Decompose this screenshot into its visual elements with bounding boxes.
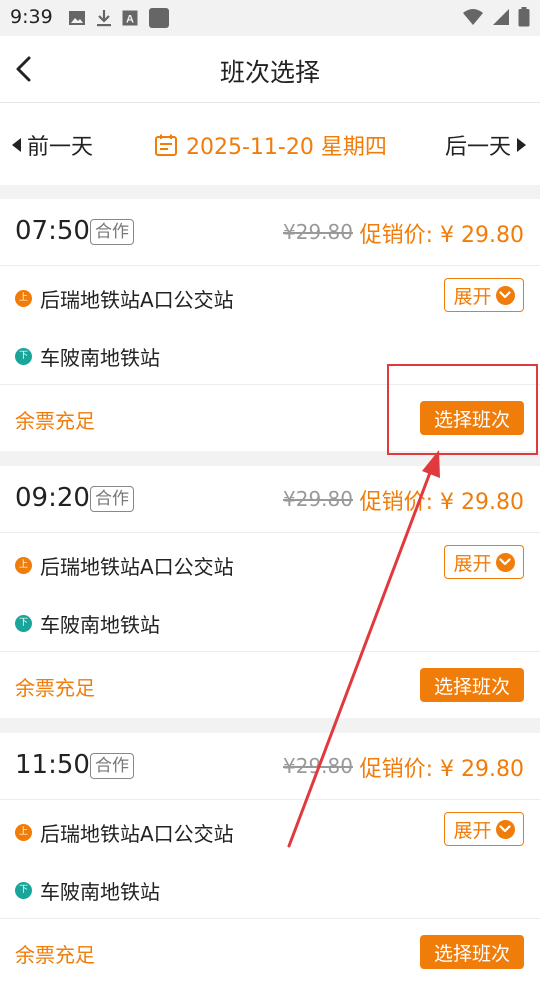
status-icons-left: A bbox=[68, 7, 170, 29]
header: 班次选择 bbox=[0, 36, 540, 103]
original-price: ¥29.80 bbox=[283, 487, 353, 511]
trip-footer-row: 余票充足 选择班次 bbox=[0, 652, 540, 718]
trip-card: 09:20 合作 ¥29.80 促销价: ¥ 29.80 上 后瑞地铁站A口公交… bbox=[0, 466, 540, 718]
stations-row: 上 后瑞地铁站A口公交站 展开 下 车陂南地铁站 bbox=[0, 266, 540, 385]
alighting-badge: 下 bbox=[15, 348, 32, 365]
trip-header-row: 09:20 合作 ¥29.80 促销价: ¥ 29.80 bbox=[0, 466, 540, 533]
promo-price: 促销价: ¥ 29.80 bbox=[359, 223, 524, 248]
trip-footer-row: 余票充足 选择班次 bbox=[0, 385, 540, 451]
partner-tag: 合作 bbox=[90, 219, 134, 245]
calendar-icon bbox=[155, 134, 177, 156]
promo-price: 促销价: ¥ 29.80 bbox=[359, 490, 524, 515]
next-day-button[interactable]: 后一天 bbox=[445, 129, 526, 161]
promo-price: 促销价: ¥ 29.80 bbox=[359, 757, 524, 782]
trip-header-row: 11:50 合作 ¥29.80 促销价: ¥ 29.80 bbox=[0, 733, 540, 800]
alighting-badge: 下 bbox=[15, 882, 32, 899]
alighting-station: 下 车陂南地铁站 bbox=[15, 609, 160, 638]
boarding-station-name: 后瑞地铁站A口公交站 bbox=[40, 822, 234, 846]
boarding-station: 上 后瑞地铁站A口公交站 bbox=[15, 551, 234, 580]
battery-icon bbox=[518, 7, 530, 27]
select-trip-button[interactable]: 选择班次 bbox=[420, 935, 524, 969]
boarding-station: 上 后瑞地铁站A口公交站 bbox=[15, 818, 234, 847]
chevron-down-icon bbox=[495, 285, 515, 305]
departure-time: 07:50 bbox=[15, 216, 90, 246]
alighting-station: 下 车陂南地铁站 bbox=[15, 876, 160, 905]
alighting-badge: 下 bbox=[15, 615, 32, 632]
triangle-left-icon bbox=[12, 138, 21, 152]
original-price: ¥29.80 bbox=[283, 754, 353, 778]
ticket-availability: 余票充足 bbox=[15, 676, 95, 700]
page-title: 班次选择 bbox=[219, 58, 320, 87]
boarding-station: 上 后瑞地铁站A口公交站 bbox=[15, 284, 234, 313]
triangle-right-icon bbox=[517, 138, 526, 152]
date-label: 2025-11-20 星期四 bbox=[186, 135, 387, 160]
expand-button[interactable]: 展开 bbox=[444, 812, 524, 846]
status-bar: 9:39 A bbox=[0, 0, 540, 36]
boarding-badge: 上 bbox=[15, 290, 32, 307]
partner-tag: 合作 bbox=[90, 753, 134, 779]
signal-icon bbox=[493, 9, 509, 25]
alighting-station-name: 车陂南地铁站 bbox=[40, 613, 160, 637]
svg-text:A: A bbox=[126, 14, 134, 26]
square-icon bbox=[149, 8, 169, 28]
partner-tag: 合作 bbox=[90, 486, 134, 512]
prev-day-button[interactable]: 前一天 bbox=[12, 129, 93, 161]
alighting-station: 下 车陂南地铁站 bbox=[15, 342, 160, 371]
status-icons-right bbox=[462, 7, 530, 27]
departure-time: 09:20 bbox=[15, 483, 90, 513]
expand-label: 展开 bbox=[453, 819, 492, 842]
ticket-availability: 余票充足 bbox=[15, 409, 95, 433]
wifi-icon bbox=[463, 9, 483, 25]
alighting-station-name: 车陂南地铁站 bbox=[40, 880, 160, 904]
expand-label: 展开 bbox=[453, 285, 492, 308]
expand-button[interactable]: 展开 bbox=[444, 545, 524, 579]
trip-card: 07:50 合作 ¥29.80 促销价: ¥ 29.80 上 后瑞地铁站A口公交… bbox=[0, 199, 540, 451]
status-time: 9:39 bbox=[10, 6, 53, 28]
select-trip-button[interactable]: 选择班次 bbox=[420, 401, 524, 435]
expand-label: 展开 bbox=[453, 552, 492, 575]
trip-footer-row: 余票充足 选择班次 bbox=[0, 919, 540, 985]
select-trip-button[interactable]: 选择班次 bbox=[420, 668, 524, 702]
chevron-down-icon bbox=[495, 819, 515, 839]
trip-header-row: 07:50 合作 ¥29.80 促销价: ¥ 29.80 bbox=[0, 199, 540, 266]
departure-time: 11:50 bbox=[15, 750, 90, 780]
boarding-station-name: 后瑞地铁站A口公交站 bbox=[40, 555, 234, 579]
boarding-station-name: 后瑞地铁站A口公交站 bbox=[40, 288, 234, 312]
chevron-down-icon bbox=[495, 552, 515, 572]
original-price: ¥29.80 bbox=[283, 220, 353, 244]
stations-row: 上 后瑞地铁站A口公交站 展开 下 车陂南地铁站 bbox=[0, 533, 540, 652]
expand-button[interactable]: 展开 bbox=[444, 278, 524, 312]
download-icon bbox=[97, 10, 111, 27]
next-day-label: 后一天 bbox=[444, 135, 511, 160]
date-bar: 前一天 2025-11-20 星期四 后一天 bbox=[0, 103, 540, 185]
alighting-station-name: 车陂南地铁站 bbox=[40, 346, 160, 370]
boarding-badge: 上 bbox=[15, 557, 32, 574]
image-icon bbox=[69, 11, 85, 25]
boarding-badge: 上 bbox=[15, 824, 32, 841]
trip-card: 11:50 合作 ¥29.80 促销价: ¥ 29.80 上 后瑞地铁站A口公交… bbox=[0, 733, 540, 985]
prev-day-label: 前一天 bbox=[27, 135, 94, 160]
stations-row: 上 后瑞地铁站A口公交站 展开 下 车陂南地铁站 bbox=[0, 800, 540, 919]
date-picker[interactable]: 2025-11-20 星期四 bbox=[154, 129, 387, 161]
font-a-icon: A bbox=[122, 10, 138, 26]
ticket-availability: 余票充足 bbox=[15, 943, 95, 967]
